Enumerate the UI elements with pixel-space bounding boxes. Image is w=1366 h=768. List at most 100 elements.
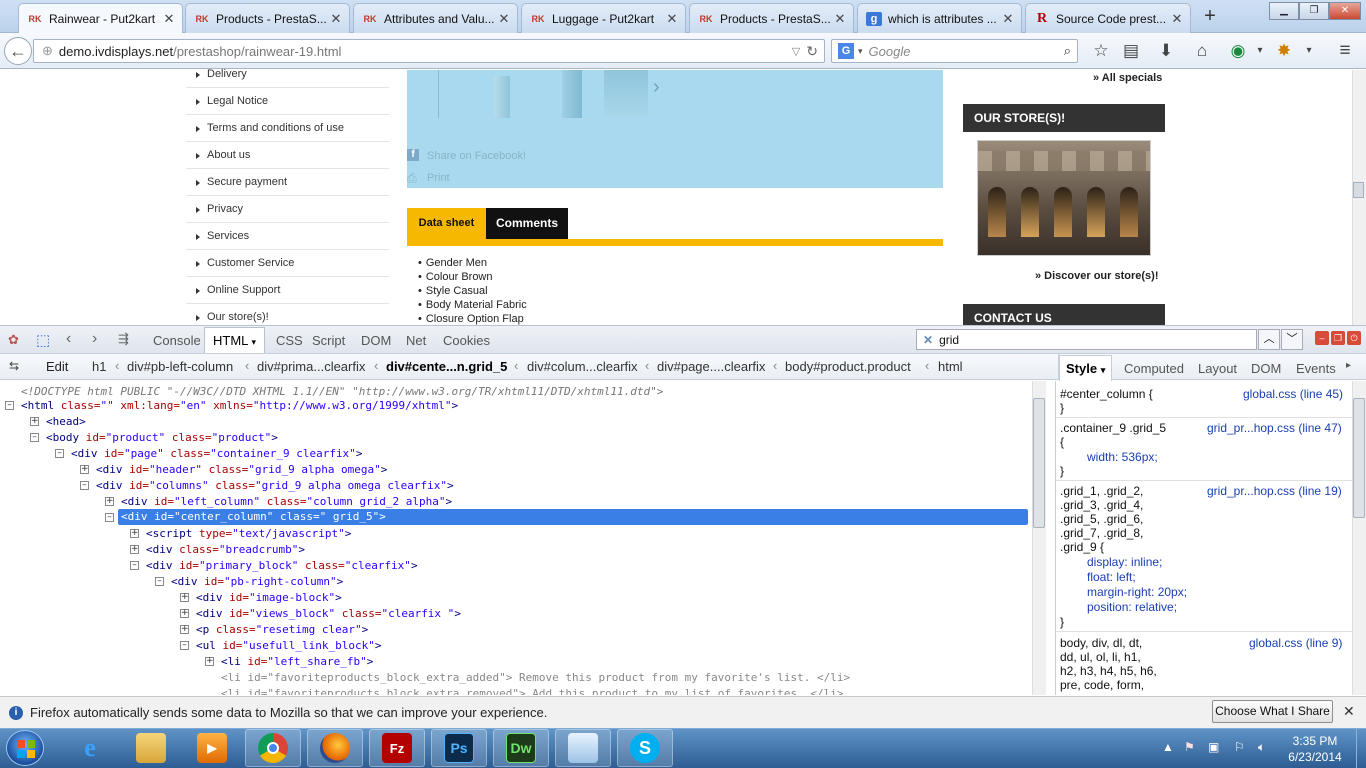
minimize-firebug-icon[interactable]: – — [1315, 331, 1329, 345]
collapse-toggle-icon[interactable]: – — [180, 641, 189, 650]
firebug-logo-icon[interactable]: ✿ — [8, 332, 19, 348]
tab-cookies[interactable]: Cookies — [443, 333, 490, 348]
close-tab-icon[interactable]: ✕ — [1001, 11, 1015, 27]
tab-comments[interactable]: Comments — [486, 208, 568, 239]
tab-dom[interactable]: DOM — [361, 333, 391, 348]
collapse-toggle-icon[interactable]: – — [55, 449, 64, 458]
collapse-toggle-icon[interactable]: – — [155, 577, 164, 586]
tab-rainwear[interactable]: RK Rainwear - Put2kart ✕ — [18, 3, 183, 33]
expand-toggle-icon[interactable]: + — [130, 529, 139, 538]
favorite-added-node[interactable]: <li id="favoriteproducts_block_extra_add… — [221, 670, 850, 686]
columns-div-node[interactable]: <div id="columns" class="grid_9 alpha om… — [96, 478, 454, 494]
taskbar-filezilla[interactable]: Fz — [369, 729, 425, 767]
side-tab-style[interactable]: Style ▾ — [1059, 355, 1113, 381]
favorite-removed-node[interactable]: <li id="favoriteproducts_block_extra_rem… — [221, 686, 844, 695]
show-desktop-button[interactable] — [1356, 729, 1366, 768]
collapse-toggle-icon[interactable]: – — [30, 433, 39, 442]
expand-toggle-icon[interactable]: + — [205, 657, 214, 666]
close-tab-icon[interactable]: ✕ — [497, 11, 511, 27]
pb-right-column-node[interactable]: <div id="pb-right-column"> — [171, 574, 343, 590]
breadcrumb-item[interactable]: h1 — [92, 359, 106, 374]
center-column-node-selected[interactable]: <div id="center_column" class=" grid_5"> — [118, 509, 1028, 525]
body-node[interactable]: <body id="product" class="product"> — [46, 430, 278, 446]
expand-toggle-icon[interactable]: + — [180, 609, 189, 618]
search-bar[interactable]: G ▾ Google ⌕ — [831, 39, 1078, 63]
tab-luggage[interactable]: RK Luggage - Put2kart ✕ — [521, 3, 686, 33]
close-tab-icon[interactable]: ✕ — [329, 11, 343, 27]
footer-link-legal-notice[interactable]: Legal Notice — [186, 88, 389, 115]
back-arrow-icon[interactable]: ← — [4, 37, 32, 65]
breadcrumb-item[interactable]: div#colum...clearfix — [527, 359, 638, 374]
collapse-toggle-icon[interactable]: – — [80, 481, 89, 490]
taskbar-windows-explorer[interactable] — [123, 729, 179, 767]
forward-icon[interactable]: › — [92, 330, 97, 348]
firebug-icon[interactable]: ✸ — [1273, 40, 1295, 62]
taskbar-notepad[interactable] — [555, 729, 611, 767]
close-notification-icon[interactable]: ✕ — [1343, 703, 1355, 720]
tray-app-icon[interactable]: ▣ — [1208, 740, 1219, 754]
footer-link-services[interactable]: Services — [186, 223, 389, 250]
tab-products-1[interactable]: RK Products - PrestaS... ✕ — [185, 3, 350, 33]
html-pane-scrollbar-thumb[interactable] — [1033, 398, 1045, 528]
close-firebug-icon[interactable]: ⏻ — [1347, 331, 1361, 345]
taskbar-firefox[interactable] — [307, 729, 363, 767]
tab-css[interactable]: CSS — [276, 333, 303, 348]
close-window-icon[interactable]: ✕ — [1329, 2, 1361, 20]
header-div-node[interactable]: <div id="header" class="grid_9 alpha ome… — [96, 462, 387, 478]
start-button[interactable] — [6, 730, 44, 766]
rule-source-link[interactable]: grid_pr...hop.css (line 19) — [1207, 484, 1342, 498]
search-prev-icon[interactable]: ︿ — [1258, 329, 1280, 350]
command-line-icon[interactable]: ⇶ — [118, 331, 129, 347]
tab-console[interactable]: Console — [153, 333, 201, 348]
close-tab-icon[interactable]: ✕ — [162, 11, 176, 27]
rule-source-link[interactable]: global.css (line 9) — [1249, 636, 1342, 650]
image-block-node[interactable]: <div id="image-block"> — [196, 590, 342, 606]
thumbnail-image[interactable] — [604, 70, 648, 118]
tab-google-search[interactable]: g which is attributes ... ✕ — [857, 3, 1022, 33]
search-next-icon[interactable]: ﹀ — [1281, 329, 1303, 350]
css-property[interactable]: position: relative; — [1087, 600, 1177, 614]
footer-link-online-support[interactable]: Online Support — [186, 277, 389, 304]
tab-script[interactable]: Script — [312, 333, 345, 348]
taskbar-dreamweaver[interactable]: Dw — [493, 729, 549, 767]
left-column-node[interactable]: <div id="left_column" class="column grid… — [121, 494, 452, 510]
collapse-toggle-icon[interactable]: – — [130, 561, 139, 570]
url-bar[interactable]: ⊕ demo.ivdisplays.net/prestashop/rainwea… — [33, 39, 825, 63]
footer-link-delivery[interactable]: Delivery — [186, 61, 389, 88]
minimize-window-icon[interactable]: ▁ — [1269, 2, 1299, 20]
toggle-panel-icon[interactable]: ⇆ — [9, 359, 19, 373]
thumbnail-image[interactable] — [562, 70, 582, 118]
action-center-icon[interactable]: ⚐ — [1234, 740, 1245, 754]
system-clock[interactable]: 3:35 PM 6/23/2014 — [1280, 733, 1350, 765]
breadcrumb-item[interactable]: div#pb-left-column — [127, 359, 233, 374]
close-tab-icon[interactable]: ✕ — [665, 11, 679, 27]
footer-link-customer-service[interactable]: Customer Service — [186, 250, 389, 277]
rule-source-link[interactable]: grid_pr...hop.css (line 47) — [1207, 421, 1342, 435]
taskbar-chrome[interactable] — [245, 729, 301, 767]
footer-link-terms[interactable]: Terms and conditions of use — [186, 115, 389, 142]
css-property[interactable]: width: 536px; — [1087, 450, 1158, 464]
search-icon[interactable]: ⌕ — [1064, 43, 1071, 59]
downloads-icon[interactable]: ⬇ — [1155, 40, 1177, 62]
hamburger-menu-icon[interactable]: ≡ — [1334, 40, 1356, 62]
new-tab-plus-icon[interactable]: + — [1196, 4, 1224, 30]
breadcrumb-item[interactable]: html — [938, 359, 963, 374]
expand-toggle-icon[interactable]: + — [180, 593, 189, 602]
next-thumbnail-arrow-icon[interactable]: › — [653, 76, 660, 99]
store-photo[interactable] — [977, 140, 1151, 256]
expand-toggle-icon[interactable]: + — [80, 465, 89, 474]
side-tab-dom[interactable]: DOM — [1251, 361, 1281, 376]
breadcrumb-item[interactable]: div#prima...clearfix — [257, 359, 365, 374]
rule-source-link[interactable]: global.css (line 45) — [1243, 387, 1343, 401]
edit-button[interactable]: Edit — [46, 359, 68, 374]
extension-icon[interactable]: ◉ — [1227, 40, 1249, 62]
back-icon[interactable]: ‹ — [66, 330, 71, 348]
footer-link-privacy[interactable]: Privacy — [186, 196, 389, 223]
expand-toggle-icon[interactable]: + — [130, 545, 139, 554]
side-tab-computed[interactable]: Computed — [1124, 361, 1184, 376]
breadcrumb-item[interactable]: div#page....clearfix — [657, 359, 765, 374]
side-tab-events[interactable]: Events — [1296, 361, 1336, 376]
footer-link-our-stores[interactable]: Our store(s)! — [186, 304, 389, 325]
tab-html[interactable]: HTML ▾ — [204, 327, 266, 353]
left-share-fb-node[interactable]: <li id="left_share_fb"> — [221, 654, 373, 670]
